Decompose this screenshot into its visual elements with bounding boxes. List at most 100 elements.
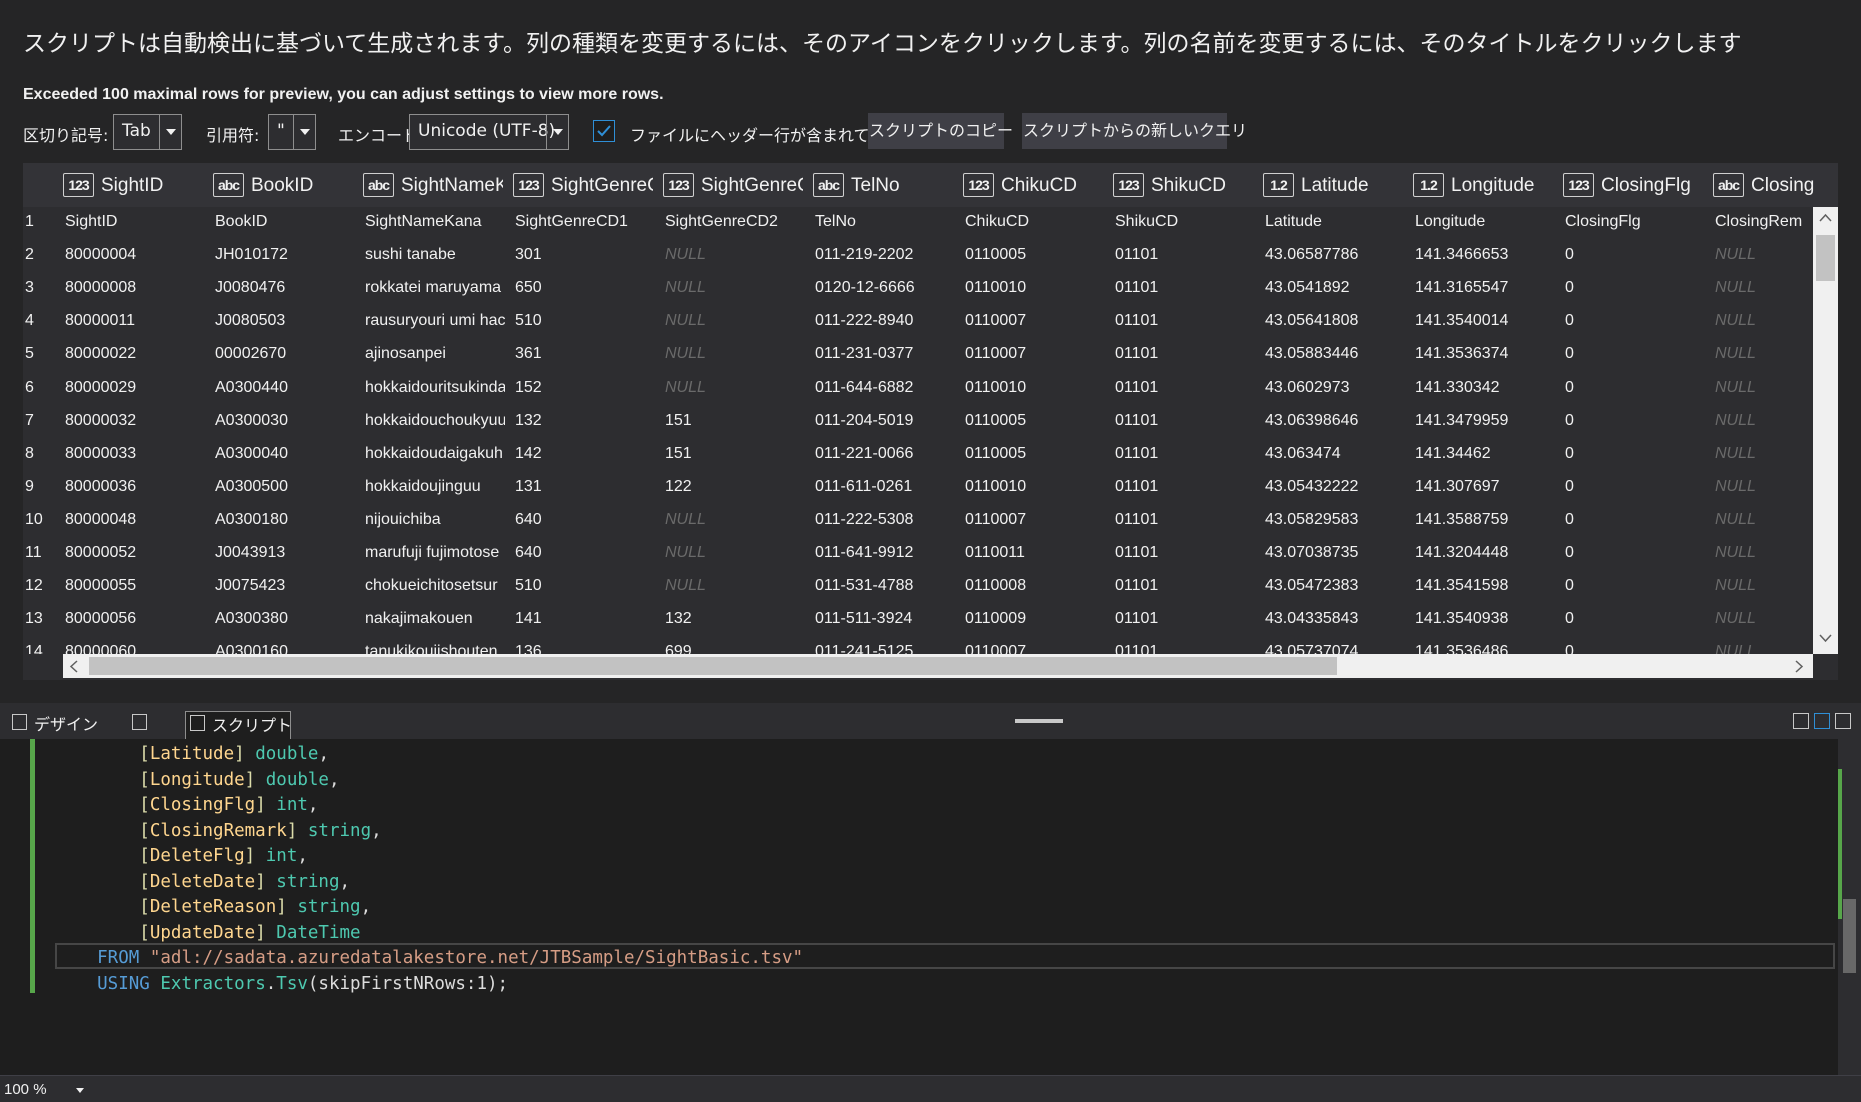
table-cell: 011-241-5125	[815, 643, 914, 654]
table-row: 9 80000036 A0300500 hokkaidoujinguu 131 122 01…	[23, 472, 1813, 505]
column-header[interactable]: 123 SightID	[61, 163, 207, 207]
table-cell: 0	[1565, 411, 1574, 429]
grid-vertical-scrollbar[interactable]	[1813, 207, 1838, 654]
column-title[interactable]: SightGenreCI	[551, 175, 653, 197]
code-token: ,	[371, 820, 382, 841]
column-type-icon[interactable]: 123	[1113, 173, 1144, 197]
table-cell: 01101	[1115, 378, 1159, 396]
new-query-from-script-button[interactable]: スクリプトからの新しいクエリ	[1022, 113, 1247, 149]
tab-design[interactable]: デザイン	[8, 711, 118, 739]
table-cell: NULL	[1715, 577, 1756, 595]
table-cell: 80000029	[65, 378, 137, 396]
table-cell: J0043913	[215, 544, 286, 561]
scroll-thumb[interactable]	[1816, 235, 1835, 281]
scroll-left-icon[interactable]	[69, 660, 78, 673]
tab-script[interactable]: スクリプト	[185, 711, 292, 739]
table-cell: 011-531-4788	[815, 577, 914, 595]
table-row: 4 80000011 J0080503 rausuryouri umi hac 510 N…	[23, 306, 1813, 339]
scroll-down-icon[interactable]	[1819, 634, 1832, 643]
table-cell: A0300380	[215, 610, 288, 628]
column-header[interactable]: abc TelNo	[811, 163, 957, 207]
column-type-icon[interactable]: abc	[1713, 173, 1744, 197]
table-cell: 132	[515, 411, 542, 429]
header-row-checkbox[interactable]	[593, 120, 615, 142]
column-type-icon[interactable]: abc	[213, 173, 244, 197]
column-type-icon[interactable]: 123	[663, 173, 694, 197]
row-number: 1	[25, 213, 34, 230]
column-title[interactable]: TelNo	[851, 175, 953, 197]
column-title[interactable]: ShikuCD	[1151, 175, 1253, 197]
row-number: 5	[25, 345, 34, 363]
horizontal-split-icon[interactable]	[1814, 713, 1830, 729]
column-title[interactable]: Closing	[1751, 175, 1838, 197]
column-header[interactable]: 123 ShikuCD	[1111, 163, 1257, 207]
code-token: [	[55, 922, 150, 943]
table-cell: 0	[1565, 312, 1574, 330]
table-cell: 141.3204448	[1415, 544, 1509, 561]
scroll-right-icon[interactable]	[1795, 660, 1804, 673]
column-header[interactable]: 123 SightGenreCI	[511, 163, 657, 207]
scroll-thumb[interactable]	[1843, 899, 1856, 973]
copy-script-button[interactable]: スクリプトのコピー	[868, 113, 1013, 149]
column-type-icon[interactable]: 123	[513, 173, 544, 197]
column-title[interactable]: SightGenreCI	[701, 175, 803, 197]
tab-split[interactable]	[128, 711, 168, 739]
table-cell: NULL	[665, 378, 706, 396]
code-token: Extractors	[160, 973, 266, 994]
column-header[interactable]: 123 ClosingFlg	[1561, 163, 1707, 207]
column-header[interactable]: abc SightNameKa	[361, 163, 507, 207]
column-title[interactable]: Latitude	[1301, 175, 1403, 197]
chevron-down-icon[interactable]	[159, 115, 181, 149]
column-header[interactable]: abc Closing	[1711, 163, 1838, 207]
table-cell: 0110010	[965, 279, 1027, 297]
chevron-down-icon[interactable]	[546, 115, 568, 149]
column-header[interactable]: 1.2 Longitude	[1411, 163, 1557, 207]
table-cell: NULL	[1715, 246, 1756, 264]
scroll-thumb[interactable]	[89, 657, 1337, 675]
code-token: double	[255, 744, 319, 764]
table-cell: 80000048	[65, 510, 137, 528]
column-title[interactable]: BookID	[251, 175, 353, 197]
column-type-icon[interactable]: 1.2	[1413, 173, 1444, 197]
column-header[interactable]: 123 ChikuCD	[961, 163, 1107, 207]
zoom-dropdown[interactable]: 100 %	[0, 1078, 90, 1101]
row-number: 12	[25, 577, 43, 595]
column-header[interactable]: 1.2 Latitude	[1261, 163, 1407, 207]
column-type-icon[interactable]: 123	[1563, 173, 1594, 197]
encoding-dropdown[interactable]: Unicode (UTF-8)	[409, 114, 569, 150]
table-cell: 43.0541892	[1265, 279, 1350, 297]
script-editor[interactable]: [Latitude] double, [Longitude] double, […	[0, 739, 1861, 1075]
column-title[interactable]: SightNameKa	[401, 175, 503, 197]
table-cell: 0	[1565, 643, 1574, 654]
table-cell: ajinosanpei	[365, 345, 446, 363]
table-row: 2 80000004 JH010172 sushi tanabe 301 NULL 011-…	[23, 240, 1813, 273]
column-title[interactable]: ChikuCD	[1001, 175, 1103, 197]
column-type-icon[interactable]: 123	[963, 173, 994, 197]
column-header[interactable]: 123 SightGenreCI	[661, 163, 807, 207]
instructions-text: スクリプトは自動検出に基づいて生成されます。列の種類を変更するには、そのアイコン…	[23, 31, 1742, 57]
column-title[interactable]: SightID	[101, 175, 203, 197]
table-cell: 0	[1565, 246, 1574, 264]
pane-splitter-handle[interactable]	[1015, 719, 1063, 723]
column-title[interactable]: Longitude	[1451, 175, 1553, 197]
column-title[interactable]: ClosingFlg	[1601, 175, 1703, 197]
table-row: 14 80000060 A0300160 tanukikoujishouten 136 6…	[23, 637, 1813, 654]
column-type-icon[interactable]: abc	[363, 173, 394, 197]
column-header[interactable]: abc BookID	[211, 163, 357, 207]
vertical-split-icon[interactable]	[1793, 713, 1809, 729]
table-cell: 011-611-0261	[815, 477, 913, 495]
code-token: (skipFirstNRows:1);	[307, 973, 509, 994]
quote-dropdown[interactable]: "	[268, 114, 316, 150]
table-cell: 011-641-9912	[815, 544, 914, 561]
column-type-icon[interactable]: 1.2	[1263, 173, 1294, 197]
column-type-icon[interactable]: abc	[813, 173, 844, 197]
column-type-icon[interactable]: 123	[63, 173, 94, 197]
scroll-up-icon[interactable]	[1819, 213, 1832, 222]
editor-vertical-scrollbar[interactable]	[1838, 739, 1861, 1075]
collapse-pane-icon[interactable]	[1835, 713, 1851, 729]
table-cell: A0300030	[215, 411, 288, 429]
delimiter-dropdown[interactable]: Tab	[113, 114, 182, 150]
chevron-down-icon[interactable]	[293, 115, 315, 149]
grid-horizontal-scrollbar[interactable]	[63, 654, 1813, 678]
